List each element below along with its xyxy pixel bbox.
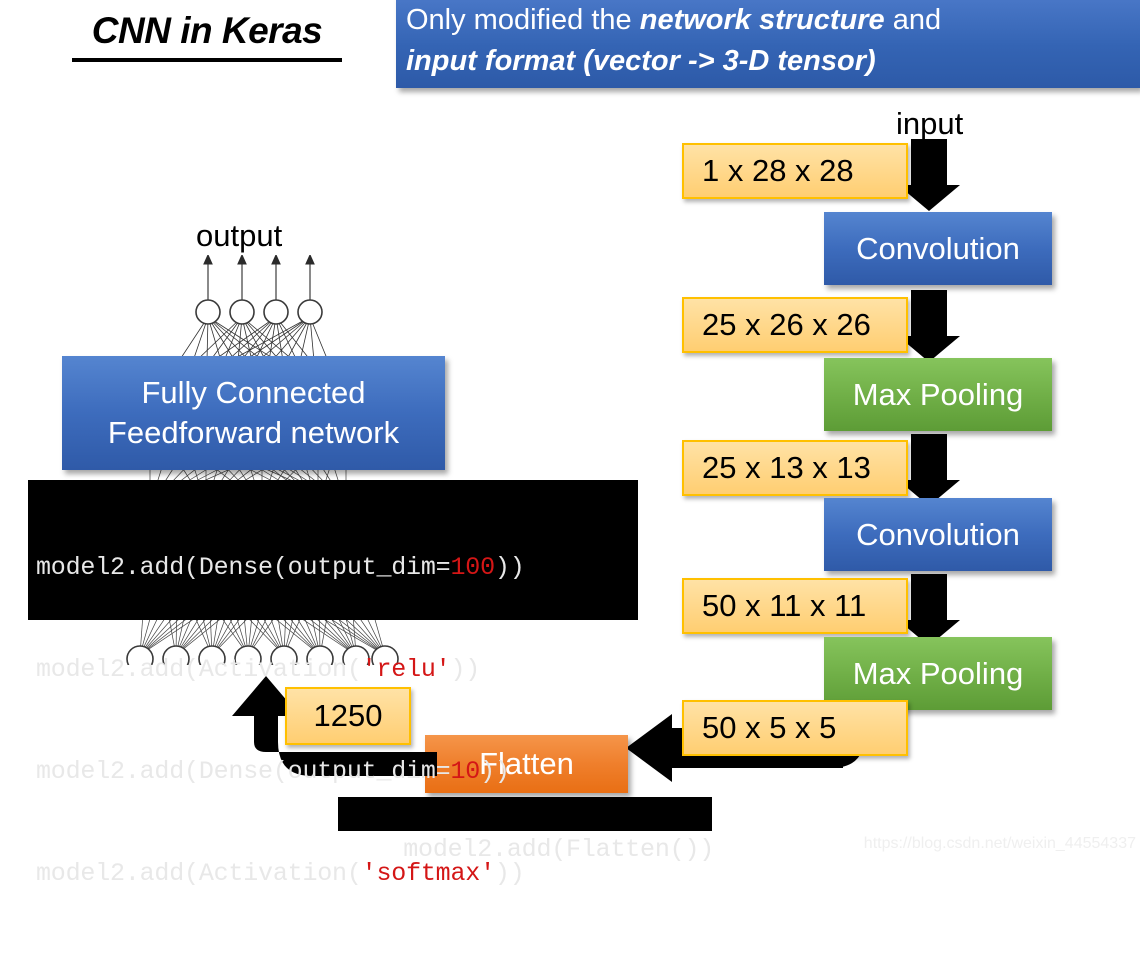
fully-connected-box: Fully Connected Feedforward network: [62, 356, 445, 470]
banner-callout: Only modified the network structure and …: [396, 0, 1140, 88]
op-box-maxpooling-1: Max Pooling: [824, 358, 1052, 431]
code-block-dense: model2.add(Dense(output_dim=100)) model2…: [28, 480, 638, 888]
tensor-box-4-label: 50 x 11 x 11: [702, 588, 867, 623]
code-line: model2.add(Activation('relu')): [36, 655, 481, 684]
op-box-maxpooling-1-label: Max Pooling: [852, 376, 1024, 412]
tensor-box-5-label: 50 x 5 x 5: [702, 710, 837, 745]
tensor-box-1: 1 x 28 x 28: [682, 143, 908, 199]
slide-canvas: CNN in Keras Only modified the network s…: [0, 0, 1140, 888]
op-box-convolution-2: Convolution: [824, 498, 1052, 571]
banner-line1-pre: Only modified the: [406, 4, 640, 36]
code-line: model2.add(Dense(output_dim=10)): [36, 757, 510, 786]
banner-line2: input format (vector -> 3-D tensor): [406, 45, 876, 77]
tensor-box-2-label: 25 x 26 x 26: [702, 307, 871, 342]
banner-line1: Only modified the network structure and: [406, 4, 941, 36]
tensor-box-4: 50 x 11 x 11: [682, 578, 908, 634]
op-box-convolution-2-label: Convolution: [856, 516, 1020, 552]
op-box-maxpooling-2-label: Max Pooling: [852, 655, 1024, 691]
tensor-box-3: 25 x 13 x 13: [682, 440, 908, 496]
page-title: CNN in Keras: [72, 10, 342, 62]
watermark: https://blog.csdn.net/weixin_44554337: [863, 835, 1136, 852]
tensor-box-3-label: 25 x 13 x 13: [702, 450, 871, 485]
code-line: model2.add(Activation('softmax')): [36, 859, 525, 888]
fully-connected-line2: Feedforward network: [107, 415, 400, 450]
input-label: input: [896, 106, 964, 141]
op-box-convolution-1: Convolution: [824, 212, 1052, 285]
code-line: model2.add(Dense(output_dim=100)): [36, 553, 525, 582]
fully-connected-line1: Fully Connected: [141, 375, 366, 410]
output-label: output: [196, 218, 283, 253]
tensor-box-5: 50 x 5 x 5: [682, 700, 908, 756]
tensor-box-1-label: 1 x 28 x 28: [702, 153, 854, 188]
banner-line1-post: and: [884, 4, 942, 36]
op-box-convolution-1-label: Convolution: [856, 230, 1020, 266]
tensor-box-2: 25 x 26 x 26: [682, 297, 908, 353]
banner-line1-emphasis: network structure: [639, 4, 885, 36]
